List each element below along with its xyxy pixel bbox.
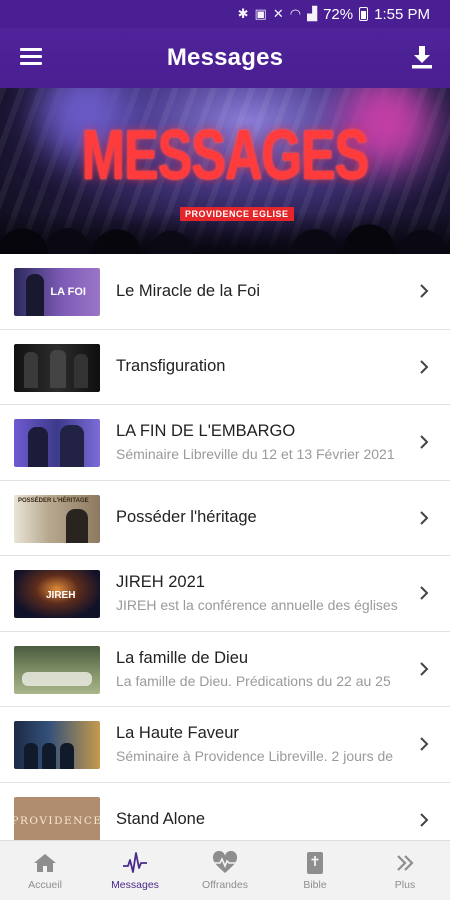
page-title: Messages xyxy=(166,44,284,71)
message-title: LA FIN DE L'EMBARGO xyxy=(116,422,296,441)
list-item[interactable]: La famille de Dieu La famille de Dieu. P… xyxy=(0,632,450,707)
nav-offrandes[interactable]: Offrandes xyxy=(180,841,270,900)
messages-list: LA FOI Le Miracle de la Foi Transfigurat… xyxy=(0,254,450,840)
nav-messages[interactable]: Messages xyxy=(90,841,180,900)
chevron-right-icon xyxy=(420,284,429,298)
double-chevron-icon xyxy=(397,854,414,871)
status-bar: ✱ ▣ ✕ ◠ ▟ 72% 1:55 PM xyxy=(0,0,450,28)
message-title: La Haute Faveur xyxy=(116,724,239,743)
battery-percent: 72% xyxy=(323,5,354,23)
message-subtitle: Séminaire Libreville du 12 et 13 Février… xyxy=(116,446,395,463)
thumbnail xyxy=(14,343,100,392)
status-icons: ✱ ▣ ✕ ◠ ▟ xyxy=(238,6,317,22)
mute-icon: ✕ xyxy=(272,6,284,21)
bible-icon xyxy=(307,851,323,874)
nav-plus[interactable]: Plus xyxy=(360,841,450,900)
hero-badge: PROVIDENCE EGLISE xyxy=(180,207,294,221)
chevron-right-icon xyxy=(420,435,429,449)
thumbnail: LA FOI xyxy=(14,268,100,316)
nav-label: Bible xyxy=(303,878,327,891)
chevron-right-icon xyxy=(420,737,429,751)
thumbnail: POSSÉDER L'HÉRITAGE xyxy=(14,494,100,543)
app-bar: Messages xyxy=(0,28,450,88)
message-subtitle: JIREH est la conférence annuelle des égl… xyxy=(116,597,398,614)
message-title: Stand Alone xyxy=(116,810,205,829)
signal-icon: ▟ xyxy=(307,6,318,21)
message-title: JIREH 2021 xyxy=(116,573,205,592)
nav-accueil[interactable]: Accueil xyxy=(0,841,90,900)
nfc-icon: ▣ xyxy=(254,6,267,21)
list-item[interactable]: POSSÉDER L'HÉRITAGE Posséder l'héritage xyxy=(0,481,450,556)
message-title: Posséder l'héritage xyxy=(116,508,257,527)
heart-pulse-icon xyxy=(212,850,238,873)
message-title: Transfiguration xyxy=(116,357,226,376)
thumbnail xyxy=(14,721,100,769)
thumbnail: JIREH xyxy=(14,570,100,618)
list-item[interactable]: LA FIN DE L'EMBARGO Séminaire Libreville… xyxy=(0,405,450,481)
list-item[interactable]: Transfiguration xyxy=(0,330,450,405)
bottom-nav: Accueil Messages Offrandes Bible Plus xyxy=(0,840,450,900)
chevron-right-icon xyxy=(420,586,429,600)
thumbnail: PROVIDENCE xyxy=(14,796,100,840)
message-subtitle: La famille de Dieu. Prédications du 22 a… xyxy=(116,672,391,689)
nav-label: Offrandes xyxy=(202,878,248,891)
list-item[interactable]: La Haute Faveur Séminaire à Providence L… xyxy=(0,707,450,783)
message-title: La famille de Dieu xyxy=(116,648,249,667)
hero-banner: MESSAGES PROVIDENCE EGLISE xyxy=(0,88,450,254)
list-item[interactable]: JIREH JIREH 2021 JIREH est la conférence… xyxy=(0,556,450,632)
nav-bible[interactable]: Bible xyxy=(270,841,360,900)
message-subtitle: Séminaire à Providence Libreville. 2 jou… xyxy=(116,748,394,765)
list-item[interactable]: PROVIDENCE Stand Alone xyxy=(0,783,450,840)
wifi-icon: ◠ xyxy=(289,6,302,21)
nav-label: Accueil xyxy=(28,878,62,891)
chevron-right-icon xyxy=(420,813,429,827)
waveform-icon xyxy=(123,851,147,873)
chevron-right-icon xyxy=(420,360,429,374)
message-title: Le Miracle de la Foi xyxy=(116,281,260,300)
download-icon[interactable] xyxy=(410,44,434,70)
chevron-right-icon xyxy=(420,511,429,525)
nav-label: Messages xyxy=(111,878,159,891)
clock: 1:55 PM xyxy=(374,5,430,23)
home-icon xyxy=(34,853,56,872)
thumbnail xyxy=(14,645,100,694)
battery-icon xyxy=(359,7,369,21)
menu-icon[interactable] xyxy=(20,48,42,66)
nav-label: Plus xyxy=(394,878,416,891)
bluetooth-icon: ✱ xyxy=(237,6,249,21)
list-item[interactable]: LA FOI Le Miracle de la Foi xyxy=(0,254,450,330)
chevron-right-icon xyxy=(420,662,429,676)
thumbnail xyxy=(14,419,100,467)
hero-title: MESSAGES xyxy=(81,116,370,196)
